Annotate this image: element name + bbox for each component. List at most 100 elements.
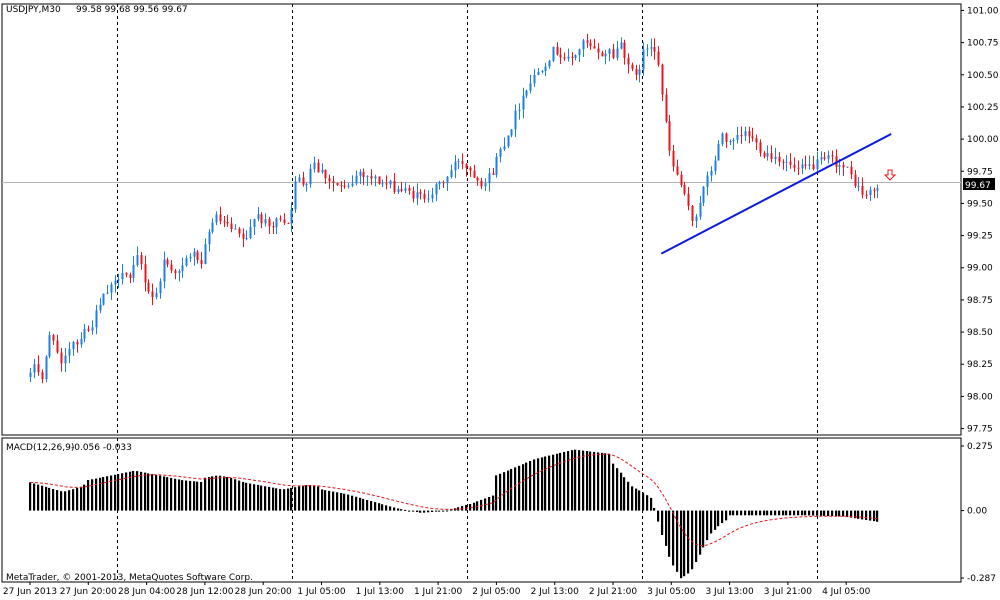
macd-bar [351,495,354,511]
macd-bar [389,506,392,511]
bear-candle [442,182,445,184]
bear-candle [589,42,592,47]
bull-candle [699,202,702,217]
bear-candle [238,228,241,234]
macd-bar [838,510,841,517]
macd-bar [529,461,532,511]
macd-bar [287,488,290,511]
bear-candle [226,221,229,224]
bear-candle [170,264,173,271]
bear-candle [151,291,154,298]
macd-bar [238,480,241,511]
bull-candle [446,176,449,184]
bull-candle [117,279,120,281]
bull-candle [510,129,513,136]
macd-bar [804,510,807,516]
bear-candle [87,329,90,331]
macd-bar [869,510,872,521]
bull-candle [163,259,166,282]
macd-bar [446,510,449,512]
bull-candle [189,256,192,259]
symbol-label: USDJPY,M30 [6,5,61,15]
macd-bar [503,472,506,511]
bear-candle [823,157,826,159]
bull-candle [774,156,777,160]
macd-y-tick-label: 0.275 [967,442,993,452]
bull-candle [155,293,158,298]
bear-candle [242,233,245,239]
macd-bar [298,486,301,511]
macd-bar [196,481,199,511]
bear-candle [362,171,365,178]
macd-bar [548,455,551,511]
bull-candle [766,153,769,157]
bull-candle [578,49,581,56]
macd-bar [744,510,747,516]
current-price-tag: 99.67 [963,178,995,191]
bear-candle [302,177,305,185]
down-arrow-icon[interactable] [883,169,897,181]
bear-candle [223,221,226,223]
bull-candle [876,188,879,191]
bull-candle [347,185,350,187]
bear-candle [635,68,638,75]
macd-bar [423,510,426,513]
bear-candle [174,270,177,274]
bear-candle [763,152,766,157]
macd-bar [589,451,592,511]
bull-candle [427,198,430,200]
bull-candle [294,181,297,210]
macd-bar [714,510,717,530]
macd-bar [835,510,838,517]
macd-bar [627,481,630,511]
macd-bar [537,458,540,511]
bear-candle [336,182,339,186]
macd-bar [793,510,796,516]
bear-candle [317,162,320,173]
bear-candle [748,131,751,137]
bull-candle [744,131,747,137]
bull-candle [450,170,453,177]
macd-bar [279,488,282,511]
macd-bar [83,484,86,511]
macd-bar [646,495,649,511]
macd-bar [721,510,724,524]
macd-bar [766,510,769,516]
macd-bar [876,510,879,522]
bear-candle [725,133,728,142]
x-tick-label: 28 Jun 04:00 [118,587,175,597]
bear-candle [842,164,845,168]
macd-bar [435,510,438,512]
macd-bar [211,476,214,511]
macd-bar [774,510,777,516]
bull-candle [249,226,252,239]
bear-candle [789,161,792,165]
bull-candle [567,56,570,59]
macd-bar [635,488,638,511]
bull-candle [736,135,739,140]
bear-candle [76,341,79,345]
macd-bar [725,510,728,521]
bull-candle [869,189,872,195]
bull-candle [729,141,732,143]
bear-candle [812,164,815,169]
bull-candle [544,66,547,72]
macd-bar [48,487,51,511]
macd-bar [37,484,40,511]
macd-bar [189,480,192,511]
chart-canvas[interactable]: 101.00 100.75 100.50 100.25 100.00 99.75 99.50… [0,0,1000,600]
bear-candle [328,178,331,182]
macd-bar [683,510,686,577]
macd-bar [778,510,781,516]
macd-bar [136,471,139,511]
bear-candle [755,138,758,143]
x-tick-label: 3 Jul 05:00 [647,587,696,597]
bull-candle [351,183,354,186]
bull-candle [529,83,532,91]
macd-bar [612,463,615,511]
bear-candle [586,40,589,43]
bear-candle [56,340,59,353]
macd-bar [272,487,275,511]
y-tick-label: 98.50 [967,328,993,338]
bull-candle [552,46,555,61]
